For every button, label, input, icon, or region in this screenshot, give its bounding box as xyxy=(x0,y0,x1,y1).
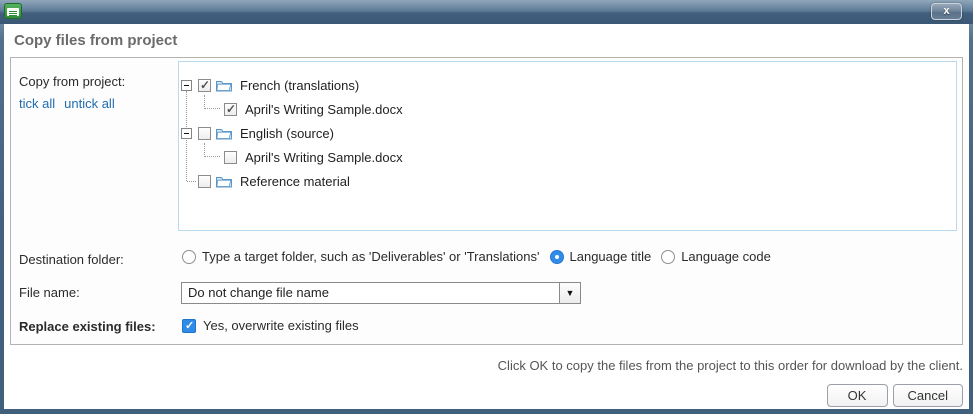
title-bar[interactable]: x xyxy=(0,0,973,24)
tree-row-french-file[interactable]: April's Writing Sample.docx xyxy=(181,97,954,121)
close-icon[interactable]: x xyxy=(931,3,962,20)
tree-row-english-file[interactable]: April's Writing Sample.docx xyxy=(181,145,954,169)
tree-row-reference[interactable]: Reference material xyxy=(181,169,954,193)
overwrite-checkbox-label[interactable]: Yes, overwrite existing files xyxy=(203,318,359,333)
radio-label[interactable]: Language title xyxy=(570,249,652,264)
tree-item-label: April's Writing Sample.docx xyxy=(245,102,403,117)
cancel-button[interactable]: Cancel xyxy=(893,384,963,407)
tree-item-label: Reference material xyxy=(240,174,350,189)
tree-checkbox-checked[interactable] xyxy=(224,103,237,116)
project-file-tree[interactable]: French (translations) April's Writing Sa… xyxy=(178,61,957,231)
radio-label[interactable]: Language code xyxy=(681,249,771,264)
tree-connector xyxy=(204,95,220,109)
tree-connector xyxy=(204,143,220,157)
chevron-down-icon[interactable]: ▼ xyxy=(559,283,580,303)
folder-icon xyxy=(216,79,232,92)
tree-item-label: English (source) xyxy=(240,126,334,141)
radio-target-folder[interactable] xyxy=(182,250,196,264)
collapse-toggle-icon[interactable] xyxy=(181,128,192,139)
untick-all-link[interactable]: untick all xyxy=(64,96,115,111)
file-name-select[interactable]: Do not change file name ▼ xyxy=(181,282,581,304)
tree-checkbox-unchecked[interactable] xyxy=(198,175,211,188)
file-name-selected-value: Do not change file name xyxy=(182,283,559,303)
footer-hint-text: Click OK to copy the files from the proj… xyxy=(498,358,963,373)
dialog-content: Copy files from project Copy from projec… xyxy=(4,24,969,409)
radio-language-code[interactable] xyxy=(661,250,675,264)
dialog-buttons: OK Cancel xyxy=(827,384,963,407)
ok-button[interactable]: OK xyxy=(827,384,888,407)
tree-checkbox-unchecked[interactable] xyxy=(198,127,211,140)
overwrite-checkbox-checked[interactable] xyxy=(182,319,196,333)
folder-icon xyxy=(216,175,232,188)
tick-all-link[interactable]: tick all xyxy=(19,96,55,111)
replace-existing-label: Replace existing files: xyxy=(19,319,156,334)
tree-bulk-links: tick all untick all xyxy=(19,96,124,111)
radio-label[interactable]: Type a target folder, such as 'Deliverab… xyxy=(202,249,540,264)
tree-checkbox-checked[interactable] xyxy=(198,79,211,92)
copy-from-label: Copy from project: xyxy=(19,74,125,89)
file-name-label: File name: xyxy=(19,285,80,300)
radio-language-title-selected[interactable] xyxy=(550,250,564,264)
tree-checkbox-unchecked[interactable] xyxy=(224,151,237,164)
destination-folder-label: Destination folder: xyxy=(19,252,124,267)
page-title: Copy files from project xyxy=(14,32,177,49)
dialog-window: x Copy files from project Copy from proj… xyxy=(0,0,973,414)
app-form-icon xyxy=(4,3,22,19)
tree-row-french[interactable]: French (translations) xyxy=(181,73,954,97)
collapse-toggle-icon[interactable] xyxy=(181,80,192,91)
form-panel: Copy from project: tick all untick all Fr… xyxy=(10,57,963,345)
tree-connector xyxy=(187,181,196,182)
tree-item-label: April's Writing Sample.docx xyxy=(245,150,403,165)
folder-icon xyxy=(216,127,232,140)
tree-row-english[interactable]: English (source) xyxy=(181,121,954,145)
tree-item-label: French (translations) xyxy=(240,78,359,93)
destination-options: Type a target folder, such as 'Deliverab… xyxy=(182,249,781,264)
